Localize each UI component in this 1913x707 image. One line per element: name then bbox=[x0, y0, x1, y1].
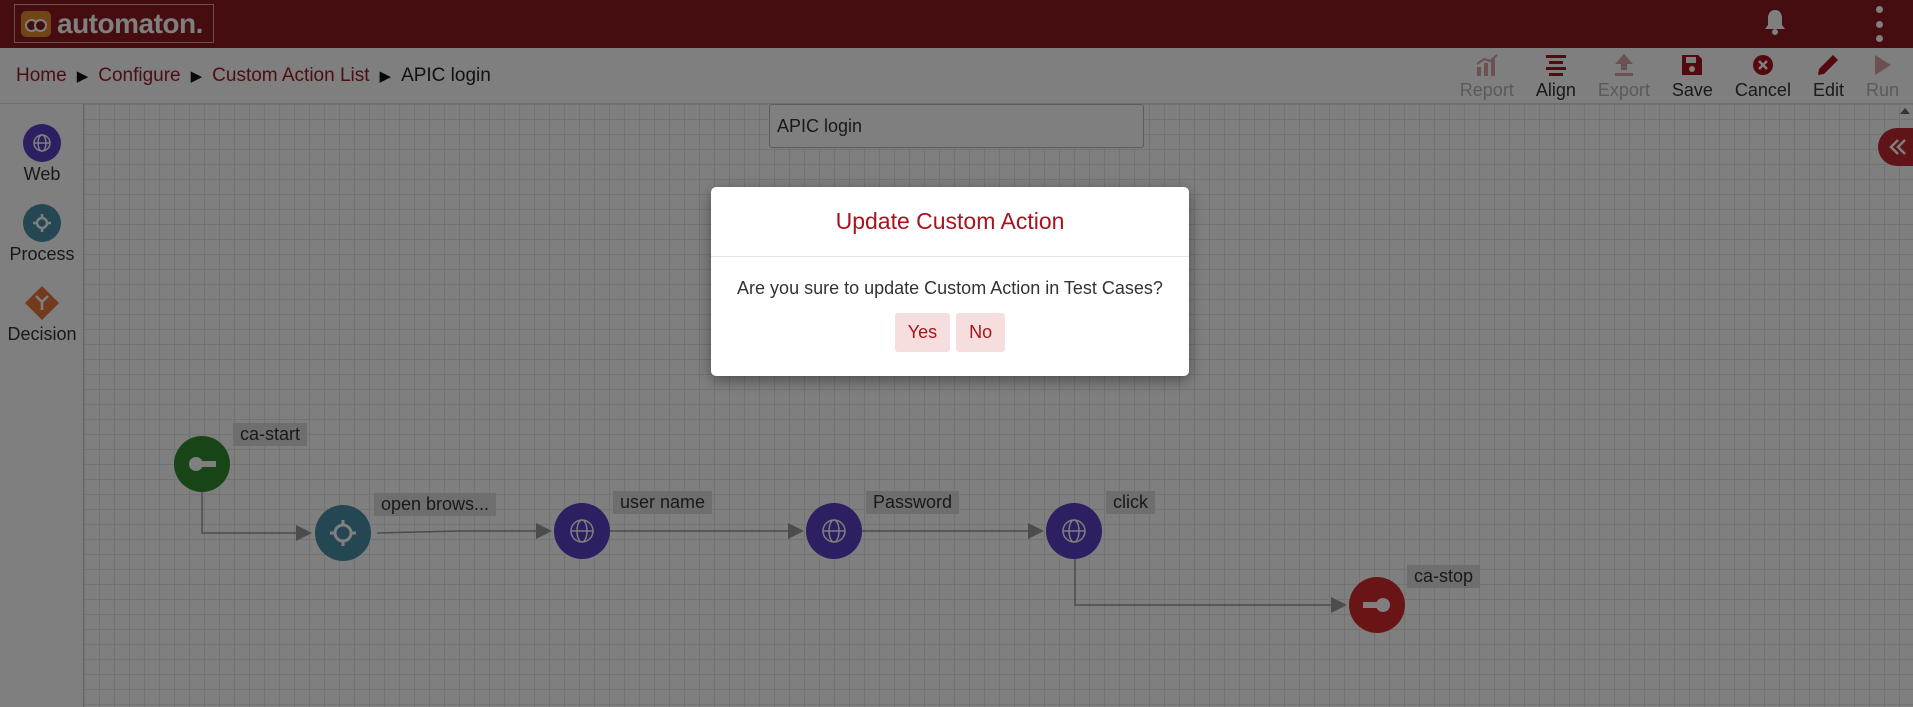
dialog-title: Update Custom Action bbox=[835, 208, 1065, 234]
no-button[interactable]: No bbox=[956, 313, 1006, 352]
dialog-actions: Yes No bbox=[711, 313, 1189, 352]
yes-button[interactable]: Yes bbox=[894, 313, 951, 352]
confirm-dialog: Update Custom Action Are you sure to upd… bbox=[711, 187, 1189, 376]
dialog-message: Are you sure to update Custom Action in … bbox=[737, 278, 1163, 298]
dialog-body: Are you sure to update Custom Action in … bbox=[711, 257, 1189, 352]
dialog-header: Update Custom Action bbox=[711, 187, 1189, 257]
